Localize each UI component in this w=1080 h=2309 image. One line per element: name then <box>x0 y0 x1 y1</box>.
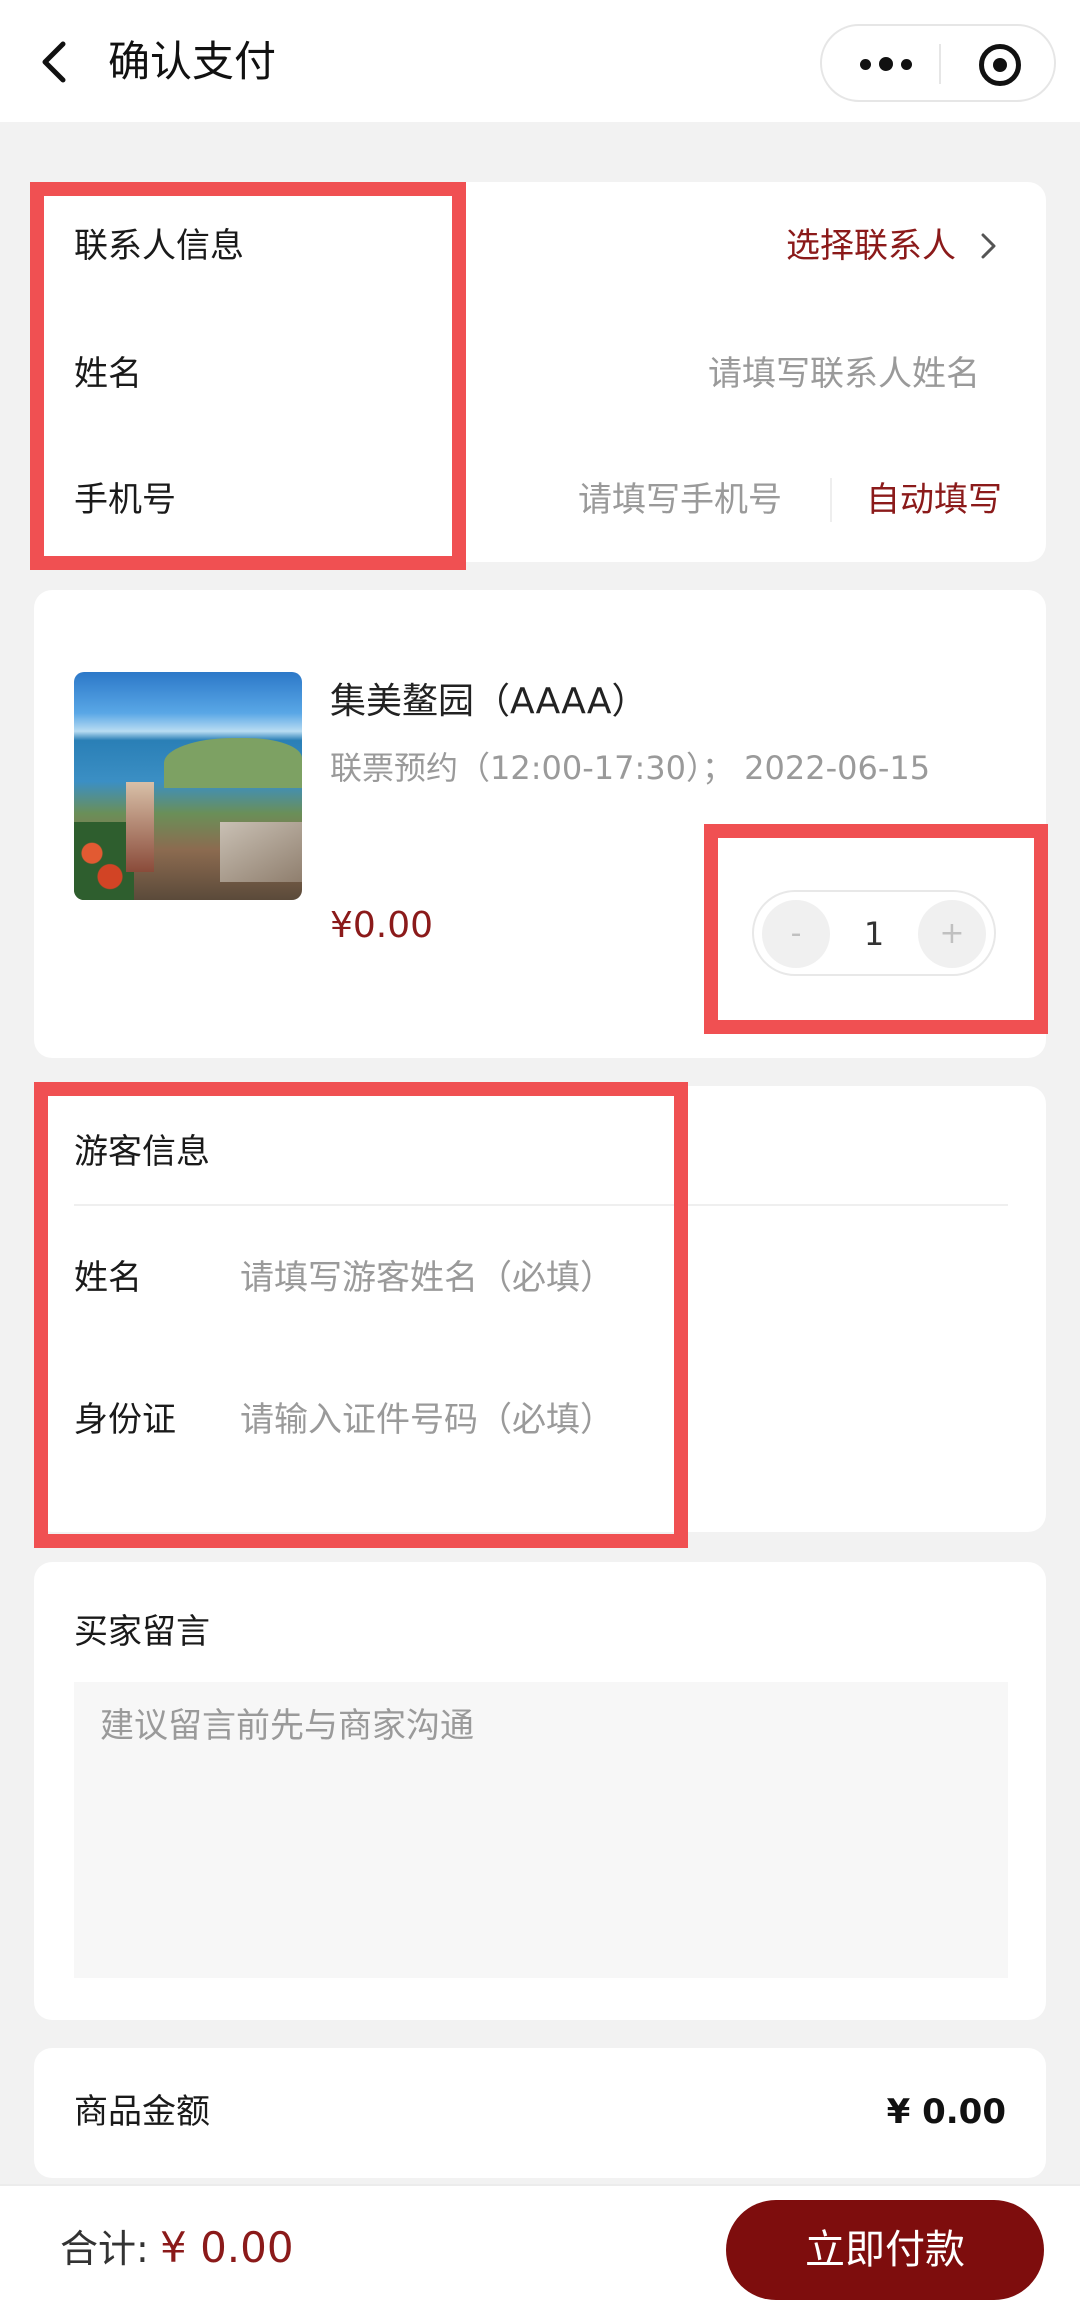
contact-phone-input[interactable]: 请填写手机号 <box>578 478 782 522</box>
contact-card: 联系人信息 选择联系人 姓名 请填写联系人姓名 手机号 请填写手机号 自动填写 <box>34 182 1046 562</box>
total-label: 合计: <box>60 2227 149 2271</box>
pay-now-button[interactable]: 立即付款 <box>726 2200 1044 2300</box>
message-placeholder: 建议留言前先与商家沟通 <box>100 1706 474 1746</box>
back-button[interactable] <box>30 38 78 86</box>
contact-section-title: 联系人信息 <box>74 226 244 266</box>
checkout-bar: 合计: ¥ 0.00 立即付款 <box>0 2184 1080 2309</box>
select-contact-label: 选择联系人 <box>786 226 956 266</box>
quantity-stepper: - 1 + <box>752 890 996 976</box>
visitor-name-label: 姓名 <box>74 1258 142 1298</box>
target-close-icon[interactable] <box>979 44 1021 86</box>
visitor-id-input[interactable]: 请输入证件号码（必填） <box>240 1398 614 1442</box>
quantity-value[interactable]: 1 <box>846 910 902 958</box>
visitor-card: 游客信息 姓名 请填写游客姓名（必填） 身份证 请输入证件号码（必填） <box>34 1086 1046 1532</box>
more-dots-icon[interactable] <box>860 52 912 76</box>
decrease-button[interactable]: - <box>762 900 830 968</box>
product-price: ¥0.00 <box>330 905 434 946</box>
nav-bar: 确认支付 <box>0 0 1080 122</box>
mini-program-capsule <box>820 24 1056 102</box>
capsule-divider <box>939 44 941 84</box>
visitor-section-title: 游客信息 <box>74 1132 210 1172</box>
product-subtitle: 联票预约（12:00-17:30）； 2022-06-15 <box>330 749 931 787</box>
chevron-left-icon <box>42 41 66 83</box>
product-title: 集美鳌园（AAAA） <box>330 681 648 722</box>
product-image <box>74 672 302 900</box>
phone-divider <box>830 478 832 522</box>
chevron-right-icon <box>981 233 996 259</box>
page-title: 确认支付 <box>108 37 277 86</box>
visitor-id-label: 身份证 <box>74 1400 176 1440</box>
amount-value: ¥ 0.00 <box>886 2092 1006 2132</box>
visitor-name-input[interactable]: 请填写游客姓名（必填） <box>240 1256 614 1300</box>
contact-name-input[interactable]: 请填写联系人姓名 <box>708 352 980 396</box>
message-section-title: 买家留言 <box>74 1612 210 1652</box>
autofill-button[interactable]: 自动填写 <box>866 478 1002 522</box>
contact-phone-label: 手机号 <box>74 480 176 520</box>
message-textarea[interactable]: 建议留言前先与商家沟通 <box>74 1682 1008 1978</box>
summary-card: 商品金额 ¥ 0.00 <box>34 2048 1046 2178</box>
total-value: ¥ 0.00 <box>160 2223 294 2272</box>
amount-label: 商品金额 <box>74 2092 210 2132</box>
increase-button[interactable]: + <box>918 900 986 968</box>
visitor-divider <box>74 1204 1008 1206</box>
select-contact-link[interactable]: 选择联系人 <box>786 224 999 268</box>
contact-name-label: 姓名 <box>74 354 142 394</box>
